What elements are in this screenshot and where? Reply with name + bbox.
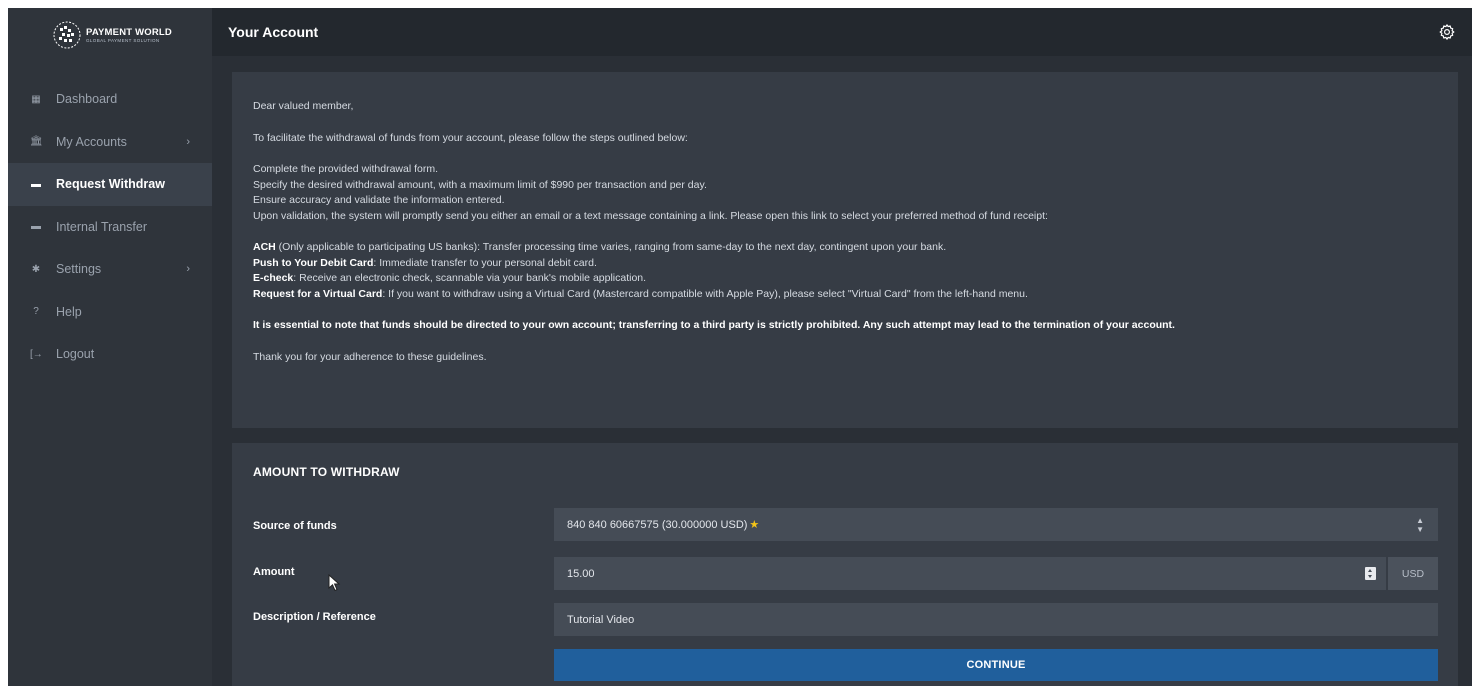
method-name: Request for a Virtual Card [253, 287, 383, 300]
chevron-right-icon: › [186, 135, 190, 148]
method-text: : If you want to withdraw using a Virtua… [382, 287, 1028, 300]
sidebar-item-request-withdraw[interactable]: ▬ Request Withdraw [8, 163, 212, 206]
method-name: E-check [253, 272, 294, 284]
sidebar-item-label: Settings [56, 262, 102, 277]
method-virtual-card: Request for a Virtual Card: If you want … [253, 287, 1438, 303]
top-header: Your Account [212, 8, 1472, 56]
amount-group: USD [554, 557, 1438, 590]
sidebar-item-logout[interactable]: [→ Logout [8, 333, 212, 376]
dashboard-icon: ▦ [31, 93, 41, 105]
bank-icon: 🏛 [30, 136, 43, 148]
sidebar-item-label: My Accounts [56, 134, 127, 149]
source-of-funds-label: Source of funds [253, 520, 337, 532]
chevron-right-icon: › [186, 263, 190, 276]
number-spinner-icon[interactable] [1365, 567, 1376, 580]
sidebar-item-my-accounts[interactable]: 🏛 My Accounts › [8, 121, 212, 164]
sidebar-item-label: Help [56, 304, 82, 319]
globe-logo-icon [53, 21, 81, 49]
gear-icon[interactable] [1438, 23, 1456, 41]
method-debit-card: Push to Your Debit Card: Immediate trans… [253, 256, 1438, 272]
page-title: Your Account [228, 24, 319, 40]
help-icon: ? [33, 306, 39, 318]
sidebar-item-label: Dashboard [56, 92, 118, 107]
sidebar-item-settings[interactable]: ✱ Settings › [8, 248, 212, 291]
step-text: Complete the provided withdrawal form. [253, 163, 439, 175]
greeting-text: Dear valued member, [253, 100, 354, 112]
continue-button[interactable]: CONTINUE [554, 649, 1438, 681]
currency-addon: USD [1388, 557, 1438, 590]
transfer-icon: ▬ [31, 221, 41, 233]
sidebar-nav: ▦ Dashboard 🏛 My Accounts › ▬ Request Wi… [8, 78, 212, 376]
star-icon: ★ [749, 519, 760, 531]
step-text: Ensure accuracy and validate the informa… [253, 194, 505, 206]
method-name: Push to Your Debit Card [253, 256, 374, 269]
sidebar-item-label: Request Withdraw [56, 177, 165, 192]
method-text: : Receive an electronic check, scannable… [293, 272, 647, 284]
brand-logo[interactable]: PAYMENT WORLD GLOBAL PAYMENT SOLUTION [52, 16, 172, 54]
sidebar-item-help[interactable]: ? Help [8, 291, 212, 334]
brand-name: PAYMENT WORLD [86, 27, 172, 38]
amount-input[interactable] [554, 557, 1386, 590]
warning-text: It is essential to note that funds shoul… [253, 319, 1175, 331]
sidebar-item-label: Logout [56, 347, 95, 362]
gear-icon: ✱ [31, 263, 41, 275]
withdraw-instructions-panel: Dear valued member, To facilitate the wi… [232, 72, 1458, 428]
source-of-funds-select[interactable]: 840 840 60667575 (30.000000 USD) ★ ▲ ▼ [554, 508, 1438, 541]
withdraw-icon: ▬ [31, 178, 41, 190]
description-input[interactable] [554, 603, 1438, 636]
description-label: Description / Reference [253, 611, 376, 623]
form-title: AMOUNT TO WITHDRAW [253, 465, 400, 479]
step-text: Specify the desired withdrawal amount, w… [253, 178, 707, 191]
amount-label: Amount [253, 566, 295, 578]
source-of-funds-value: 840 840 60667575 (30.000000 USD) [567, 518, 748, 531]
method-text: : Immediate transfer to your personal de… [373, 256, 597, 269]
main-content: Dear valued member, To facilitate the wi… [212, 56, 1472, 686]
logout-icon: [→ [30, 348, 43, 360]
mouse-cursor-icon [328, 574, 341, 592]
sidebar-item-label: Internal Transfer [56, 219, 148, 234]
intro-text: To facilitate the withdrawal of funds fr… [253, 131, 688, 144]
sidebar: PAYMENT WORLD GLOBAL PAYMENT SOLUTION ▦ … [8, 8, 212, 686]
withdraw-form: AMOUNT TO WITHDRAW Source of funds 840 8… [232, 443, 1458, 686]
select-arrows-icon: ▲ ▼ [1416, 515, 1424, 534]
method-echeck: E-check: Receive an electronic check, sc… [253, 271, 1438, 287]
method-text: (Only applicable to participating US ban… [275, 241, 947, 253]
app-window: PAYMENT WORLD GLOBAL PAYMENT SOLUTION ▦ … [8, 8, 1472, 686]
method-ach: ACH (Only applicable to participating US… [253, 240, 1438, 256]
brand-tagline: GLOBAL PAYMENT SOLUTION [86, 38, 160, 43]
sidebar-item-internal-transfer[interactable]: ▬ Internal Transfer [8, 206, 212, 249]
sidebar-item-dashboard[interactable]: ▦ Dashboard [8, 78, 212, 121]
closing-text: Thank you for your adherence to these gu… [253, 350, 487, 363]
method-name: ACH [253, 241, 276, 253]
step-text: Upon validation, the system will promptl… [253, 209, 1048, 222]
